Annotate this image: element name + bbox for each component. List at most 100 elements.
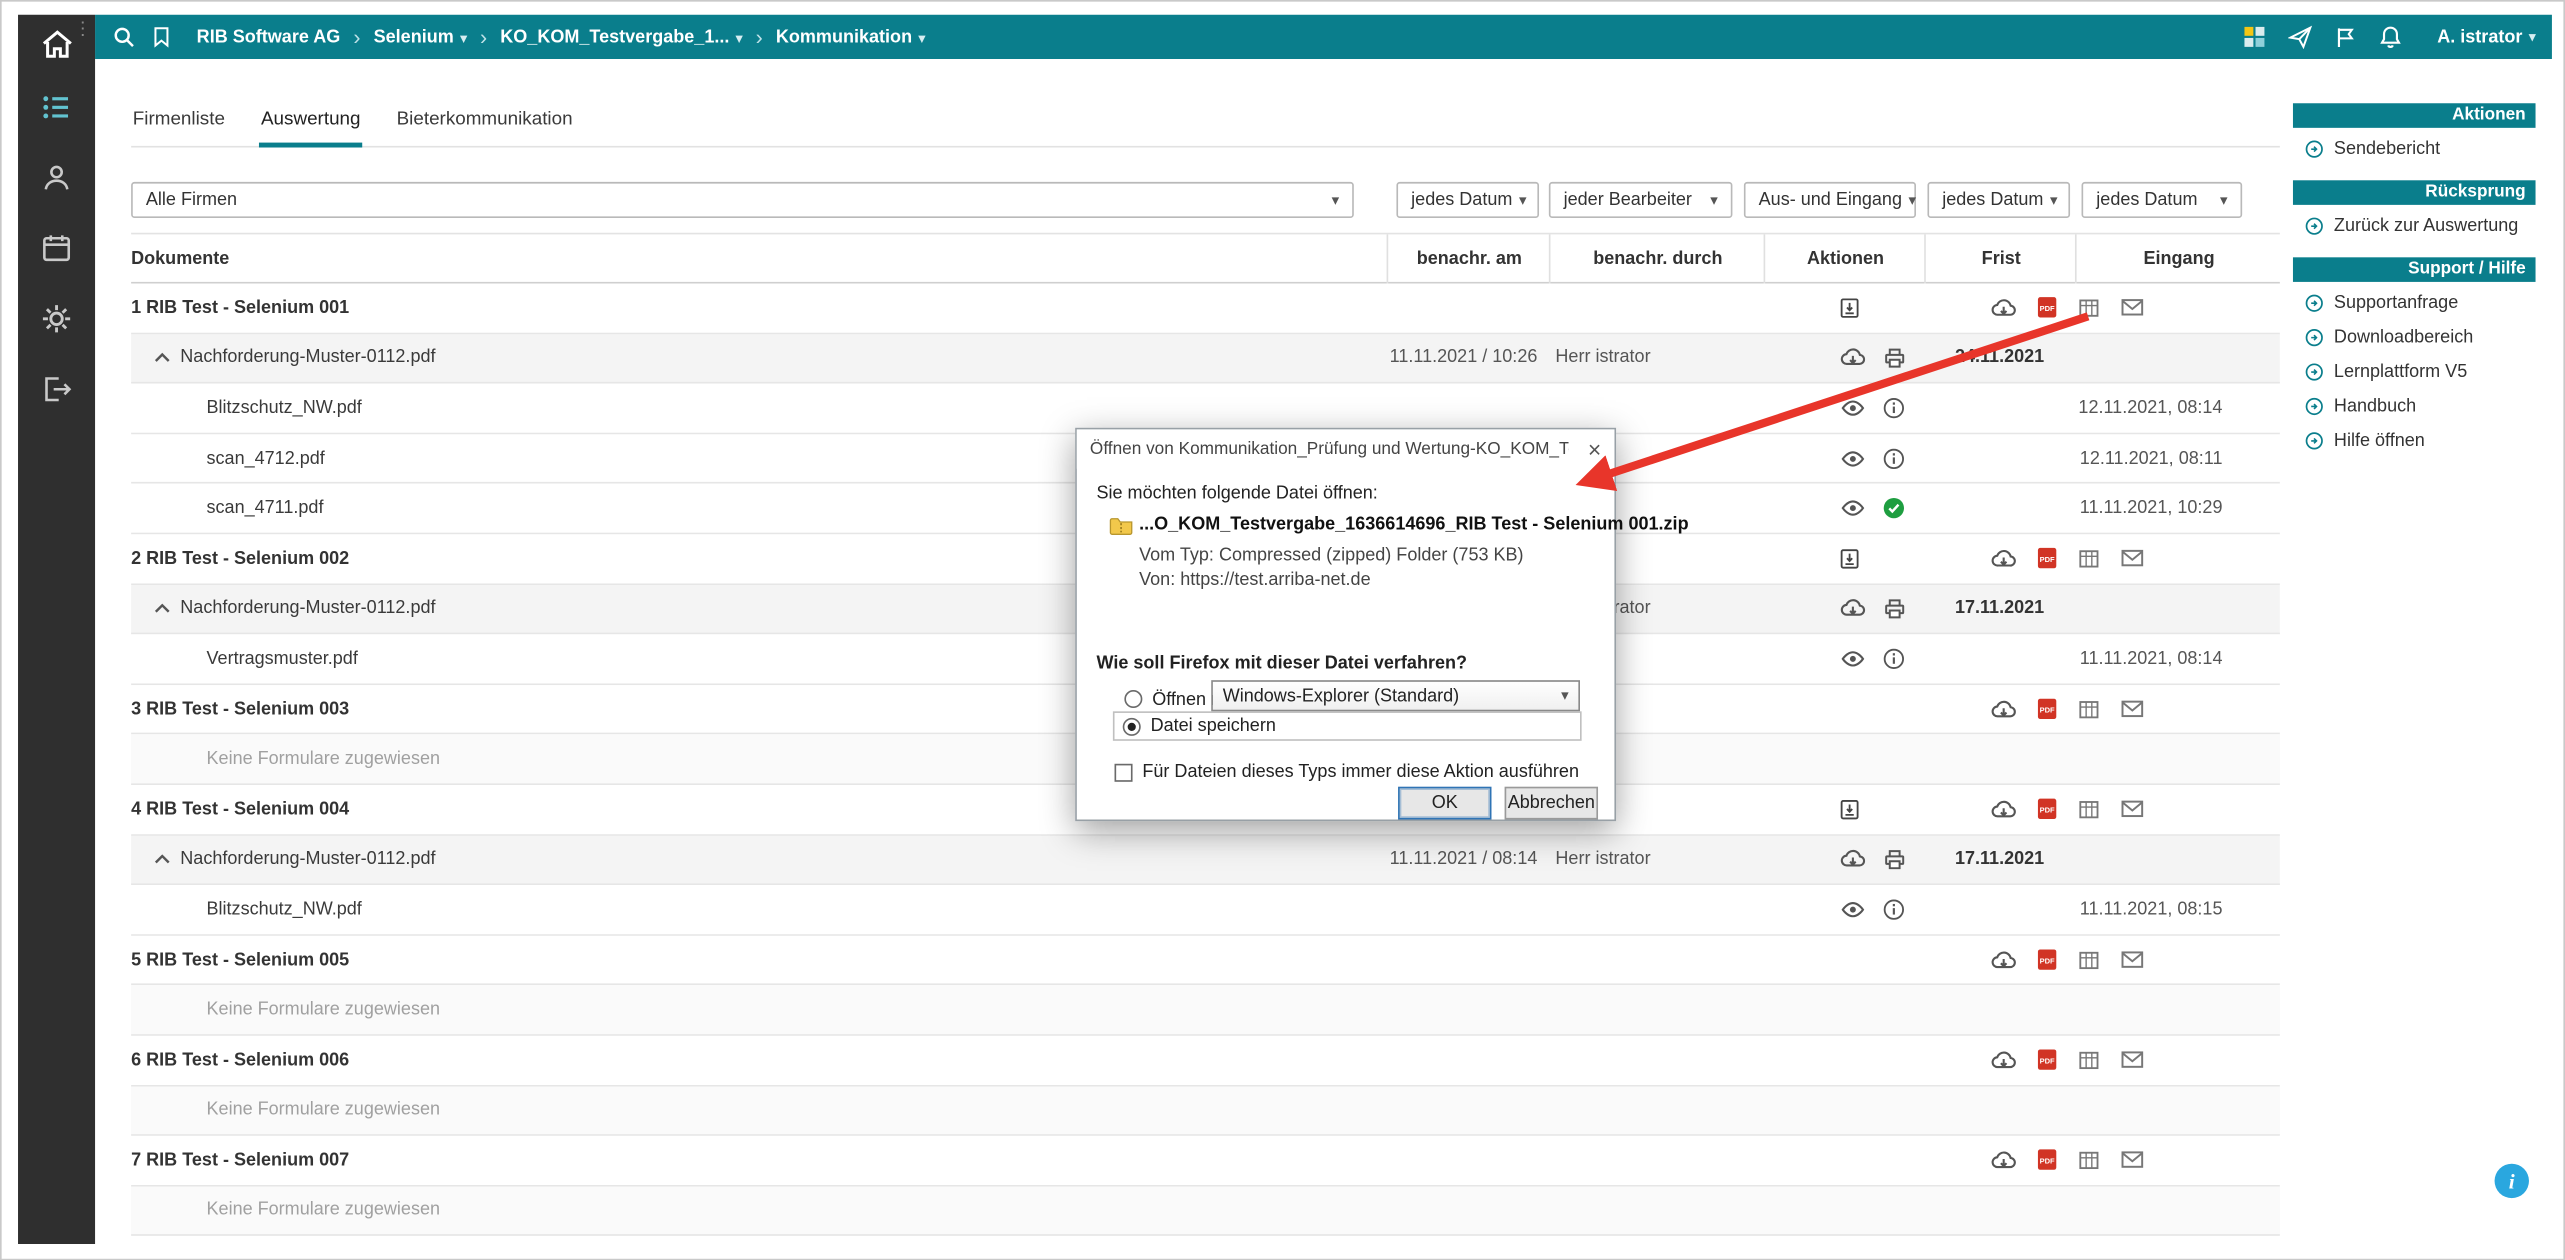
date-filter-select-2[interactable]: jedes Datum ▾ <box>1927 181 2071 218</box>
ok-button[interactable]: OK <box>1398 786 1492 820</box>
info-icon[interactable] <box>1880 645 1908 673</box>
table-export-icon[interactable] <box>2075 545 2103 573</box>
cloud-download-icon[interactable] <box>1990 294 2018 322</box>
panel-item-hilfe[interactable]: Hilfe öffnen <box>2293 426 2536 454</box>
remember-checkbox[interactable] <box>1114 762 1133 781</box>
dialog-titlebar[interactable]: Öffnen von Kommunikation_Prüfung und Wer… <box>1076 429 1615 469</box>
cloud-download-icon[interactable] <box>1839 845 1867 873</box>
mail-icon[interactable] <box>2118 1146 2146 1174</box>
mail-icon[interactable] <box>2118 545 2146 573</box>
company-name: 2 RIB Test - Selenium 002 <box>131 548 350 569</box>
table-export-icon[interactable] <box>2075 1146 2103 1174</box>
save-file-option[interactable]: Datei speichern <box>1112 711 1582 741</box>
date-filter-select-1[interactable]: jedes Datum ▾ <box>1396 181 1540 218</box>
breadcrumb-item-section[interactable]: Kommunikation ▾ <box>776 27 925 47</box>
preview-eye-icon[interactable] <box>1839 444 1867 472</box>
mail-icon[interactable] <box>2118 946 2146 974</box>
pdf-export-icon[interactable]: PDF <box>2032 1046 2060 1074</box>
cloud-download-icon[interactable] <box>1839 344 1867 372</box>
preview-eye-icon[interactable] <box>1839 645 1867 673</box>
tab-bieterkommunikation[interactable]: Bieterkommunikation <box>395 100 574 148</box>
table-export-icon[interactable] <box>2075 946 2103 974</box>
print-icon[interactable] <box>1880 845 1908 873</box>
panel-item-downloadbereich[interactable]: Downloadbereich <box>2293 323 2536 351</box>
table-export-icon[interactable] <box>2075 294 2103 322</box>
breadcrumb-item-tender[interactable]: KO_KOM_Testvergabe_1... ▾ <box>500 27 742 47</box>
print-icon[interactable] <box>1880 344 1908 372</box>
collapse-icon[interactable] <box>148 845 176 873</box>
user-menu[interactable]: A. istrator ▾ <box>2437 27 2535 47</box>
editor-filter-select[interactable]: jeder Bearbeiter ▾ <box>1548 181 1733 218</box>
no-forms-label: Keine Formulare zugewiesen <box>206 749 441 769</box>
contacts-icon[interactable] <box>39 161 73 195</box>
table-export-icon[interactable] <box>2075 795 2103 823</box>
open-with-radio[interactable] <box>1124 690 1143 709</box>
settings-gear-icon[interactable] <box>39 302 73 336</box>
help-bubble-icon[interactable]: i <box>2494 1163 2529 1199</box>
mail-icon[interactable] <box>2118 695 2146 723</box>
mail-icon[interactable] <box>2118 1046 2146 1074</box>
bell-icon[interactable] <box>2378 25 2403 50</box>
info-icon[interactable] <box>1880 394 1908 422</box>
direction-filter-select[interactable]: Aus- und Eingang ▾ <box>1743 181 1916 218</box>
cloud-download-icon[interactable] <box>1839 595 1867 623</box>
panel-item-supportanfrage[interactable]: Supportanfrage <box>2293 288 2536 316</box>
breadcrumb-item-project[interactable]: Selenium ▾ <box>374 27 467 47</box>
mail-icon[interactable] <box>2118 795 2146 823</box>
download-all-icon[interactable] <box>1836 545 1864 573</box>
cloud-download-icon[interactable] <box>1990 795 2018 823</box>
date-filter-select-3[interactable]: jedes Datum ▾ <box>2081 181 2243 218</box>
pdf-export-icon[interactable]: PDF <box>2032 1146 2060 1174</box>
pdf-export-icon[interactable]: PDF <box>2032 545 2060 573</box>
cloud-download-icon[interactable] <box>1990 545 2018 573</box>
received-check-icon[interactable] <box>1880 494 1908 522</box>
panel-item-handbuch[interactable]: Handbuch <box>2293 392 2536 420</box>
preview-eye-icon[interactable] <box>1839 896 1867 924</box>
pdf-export-icon[interactable]: PDF <box>2032 946 2060 974</box>
panel-item-sendebericht[interactable]: Sendebericht <box>2293 134 2536 162</box>
save-file-radio[interactable] <box>1122 717 1141 736</box>
cloud-download-icon[interactable] <box>1990 1146 2018 1174</box>
info-icon[interactable] <box>1880 444 1908 472</box>
worklist-icon[interactable] <box>39 90 73 124</box>
collapse-icon[interactable] <box>148 344 176 372</box>
panel-item-zurueck[interactable]: Zurück zur Auswertung <box>2293 211 2536 239</box>
logout-icon[interactable] <box>39 372 73 406</box>
cloud-download-icon[interactable] <box>1990 695 2018 723</box>
table-export-icon[interactable] <box>2075 1046 2103 1074</box>
download-all-icon[interactable] <box>1836 294 1864 322</box>
pdf-export-icon[interactable]: PDF <box>2032 795 2060 823</box>
company-filter-select[interactable]: Alle Firmen ▾ <box>131 181 1354 218</box>
panel-item-lernplattform[interactable]: Lernplattform V5 <box>2293 357 2536 385</box>
menu-dots-icon[interactable]: ⋮ <box>74 20 92 38</box>
remember-label: Für Dateien dieses Typs immer diese Akti… <box>1142 762 1579 782</box>
download-all-icon[interactable] <box>1836 795 1864 823</box>
collapse-icon[interactable] <box>148 595 176 623</box>
cancel-button[interactable]: Abbrechen <box>1504 786 1599 820</box>
notified-by: Herr istrator <box>1555 348 1651 368</box>
received-date: 12.11.2021, 08:14 <box>2078 398 2223 418</box>
print-icon[interactable] <box>1880 595 1908 623</box>
bookmark-icon[interactable] <box>151 26 172 48</box>
remember-option[interactable]: Für Dateien dieses Typs immer diese Akti… <box>1114 762 1579 782</box>
send-icon[interactable] <box>2288 25 2313 50</box>
flag-icon[interactable] <box>2334 25 2357 48</box>
apps-icon[interactable] <box>2242 25 2267 50</box>
pdf-export-icon[interactable]: PDF <box>2032 294 2060 322</box>
cloud-download-icon[interactable] <box>1990 1046 2018 1074</box>
calendar-icon[interactable] <box>39 231 73 265</box>
row-actions: PDF <box>1990 545 2146 573</box>
preview-eye-icon[interactable] <box>1839 494 1867 522</box>
tab-firmenliste[interactable]: Firmenliste <box>131 100 226 148</box>
open-with-select[interactable]: Windows-Explorer (Standard) ▾ <box>1211 680 1580 712</box>
close-icon[interactable]: × <box>1588 438 1601 461</box>
preview-eye-icon[interactable] <box>1839 394 1867 422</box>
pdf-export-icon[interactable]: PDF <box>2032 695 2060 723</box>
cloud-download-icon[interactable] <box>1990 946 2018 974</box>
info-icon[interactable] <box>1880 896 1908 924</box>
mail-icon[interactable] <box>2118 294 2146 322</box>
breadcrumb-item-company[interactable]: RIB Software AG <box>197 27 341 47</box>
table-export-icon[interactable] <box>2075 695 2103 723</box>
tab-auswertung[interactable]: Auswertung <box>259 100 363 148</box>
search-icon[interactable] <box>111 25 136 50</box>
